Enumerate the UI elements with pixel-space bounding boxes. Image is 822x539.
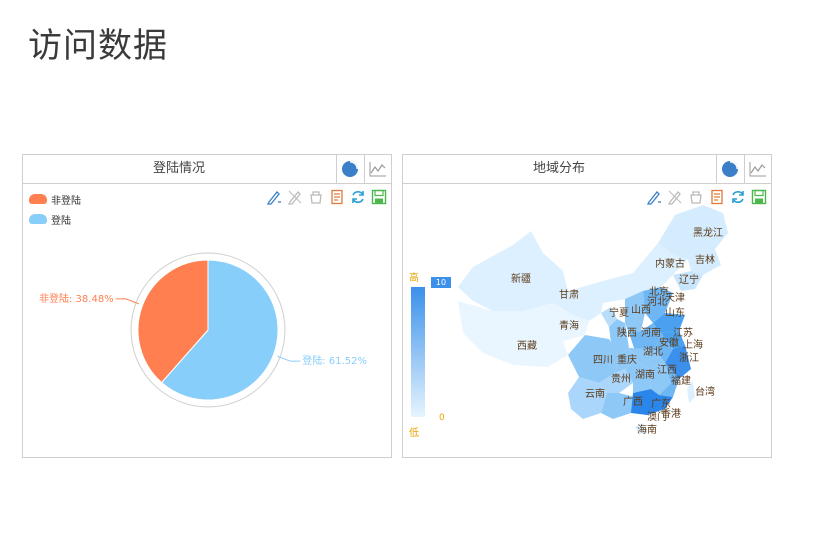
label-gansu: 甘肃 bbox=[559, 288, 579, 301]
line-view-button[interactable] bbox=[364, 155, 391, 183]
line-view-button[interactable] bbox=[744, 155, 771, 183]
label-taiwan: 台湾 bbox=[695, 385, 715, 398]
label-shandong: 山东 bbox=[665, 306, 685, 319]
label-hunan: 湖南 bbox=[635, 368, 655, 381]
region-panel: 地域分布 高 10 0 低 黑龙江 吉林 辽宁 内蒙古 北京 天津 河北 山西 … bbox=[402, 154, 772, 458]
line-icon bbox=[749, 162, 766, 177]
pie-view-button[interactable] bbox=[716, 155, 743, 183]
label-ningxia: 宁夏 bbox=[609, 306, 629, 319]
map-region-xinjiang[interactable] bbox=[458, 231, 568, 311]
panel-header: 地域分布 bbox=[403, 155, 771, 184]
pie-leader-line bbox=[115, 298, 139, 305]
label-henan: 河南 bbox=[641, 326, 661, 339]
label-hubei: 湖北 bbox=[643, 346, 663, 358]
label-qinghai: 青海 bbox=[559, 319, 579, 332]
pie-icon bbox=[342, 161, 358, 177]
label-shaanxi: 陕西 bbox=[617, 326, 637, 339]
pie-view-button[interactable] bbox=[336, 155, 363, 183]
label-xinjiang: 新疆 bbox=[511, 272, 531, 285]
login-panel: 登陆情况 非登陆 登陆 非登陆: 38.48% 登陆: 61.52% bbox=[22, 154, 392, 458]
pie-chart: 非登陆: 38.48% 登陆: 61.52% bbox=[39, 252, 367, 408]
label-hainan: 海南 bbox=[637, 423, 657, 436]
label-shanghai: 上海 bbox=[683, 338, 703, 351]
pie-leader-line bbox=[277, 355, 301, 362]
pie-slices bbox=[115, 259, 301, 401]
panel-title: 地域分布 bbox=[532, 161, 585, 176]
label-chongqing: 重庆 bbox=[617, 353, 637, 366]
label-shanxi: 山西 bbox=[631, 304, 651, 316]
line-icon bbox=[369, 162, 386, 177]
label-guizhou: 贵州 bbox=[611, 372, 631, 385]
page-title: 访问数据 bbox=[28, 26, 168, 66]
label-liaoning: 辽宁 bbox=[679, 273, 699, 286]
label-xizang: 西藏 bbox=[517, 340, 537, 352]
label-neimenggu: 内蒙古 bbox=[655, 257, 685, 270]
label-guangxi: 广西 bbox=[623, 396, 643, 408]
label-jiangxi: 江西 bbox=[657, 364, 677, 376]
pie-icon bbox=[722, 161, 738, 177]
label-tianjin: 天津 bbox=[665, 292, 685, 304]
label-heilongjiang: 黑龙江 bbox=[693, 226, 723, 239]
label-sichuan: 四川 bbox=[593, 355, 613, 366]
pie-label-non-login: 非登陆: 38.48% bbox=[39, 292, 114, 305]
label-zhejiang: 浙江 bbox=[679, 352, 699, 364]
label-aomen: 澳门 bbox=[647, 410, 667, 423]
pie-label-login: 登陆: 61.52% bbox=[302, 354, 367, 367]
label-fujian: 福建 bbox=[671, 374, 691, 387]
label-yunnan: 云南 bbox=[585, 387, 605, 400]
china-map: 黑龙江 吉林 辽宁 内蒙古 北京 天津 河北 山西 山东 新疆 甘肃 宁夏 青海… bbox=[458, 205, 728, 436]
panel-header: 登陆情况 bbox=[23, 155, 391, 184]
panel-title: 登陆情况 bbox=[152, 161, 205, 176]
label-jilin: 吉林 bbox=[695, 253, 715, 266]
